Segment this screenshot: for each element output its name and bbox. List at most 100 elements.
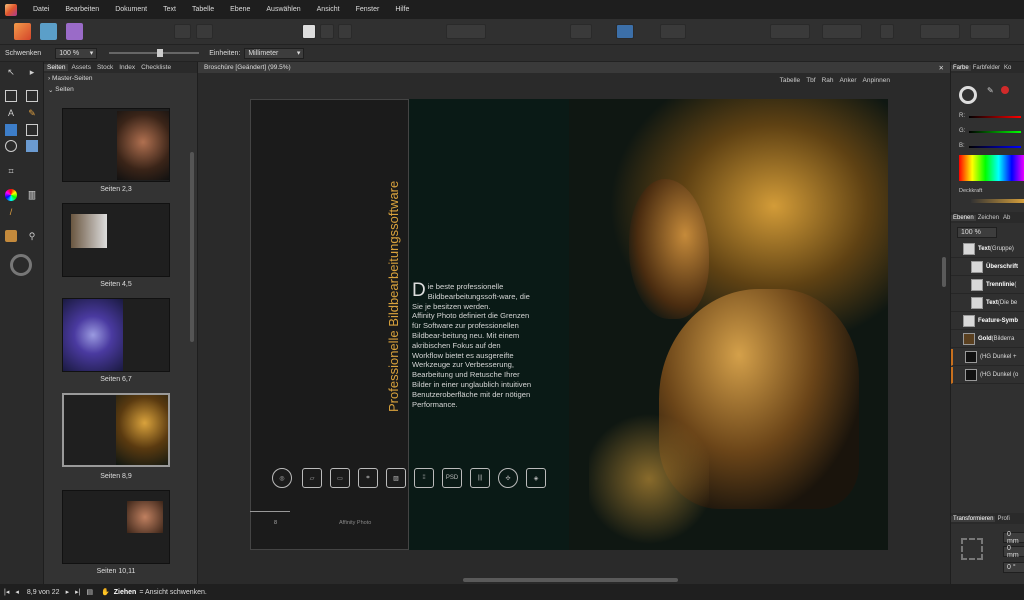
preview-icon[interactable] — [320, 24, 334, 39]
crop-tool-icon[interactable]: ⌗ — [5, 165, 17, 177]
last-page-icon[interactable]: ▸| — [75, 588, 80, 596]
page-layout-icon[interactable]: ▤ — [86, 588, 93, 596]
anchor-selector-icon[interactable] — [961, 538, 983, 560]
layer-row[interactable]: Feature-Symb — [951, 313, 1024, 330]
tab-ko[interactable]: Ko — [1002, 65, 1013, 71]
close-icon[interactable]: ✕ — [939, 64, 944, 72]
place-image-tool-icon[interactable] — [26, 140, 38, 152]
slider-handle[interactable] — [157, 49, 164, 57]
opacity-slider[interactable] — [971, 199, 1024, 203]
color-wheel-icon[interactable] — [10, 254, 32, 276]
publisher-persona-icon[interactable] — [14, 23, 31, 40]
tab-ab[interactable]: Ab — [1001, 215, 1012, 221]
arrange-icon[interactable] — [880, 24, 894, 39]
frame-icon[interactable] — [338, 24, 352, 39]
units-dropdown[interactable]: Millimeter ▾ — [244, 47, 305, 59]
node-tool-icon[interactable]: ▸ — [26, 66, 38, 78]
tab-anpinnen[interactable]: Anpinnen — [863, 77, 890, 84]
boolean-group[interactable] — [970, 24, 1010, 39]
zoom-slider[interactable] — [109, 49, 200, 57]
green-slider[interactable] — [969, 131, 1021, 133]
pen-tool-icon[interactable]: ✎ — [26, 107, 38, 119]
body-text[interactable]: D ie beste professionelle Bildbearbeitun… — [412, 281, 532, 409]
align-right-group[interactable] — [822, 24, 862, 39]
right-page[interactable] — [569, 99, 888, 550]
pages-scrollbar[interactable] — [190, 152, 194, 342]
artistic-text-tool-icon[interactable]: A — [5, 107, 17, 119]
prev-page-icon[interactable]: ◂ — [15, 588, 19, 596]
frame-text-tool-icon[interactable] — [5, 90, 17, 102]
red-slider[interactable] — [969, 116, 1021, 118]
ellipse-frame-tool-icon[interactable] — [5, 140, 17, 152]
insert-dropdown[interactable] — [446, 24, 486, 39]
tab-tbf[interactable]: Tbf — [806, 77, 815, 84]
vertical-title[interactable]: Professionelle Bildbearbeitungssoftware — [386, 181, 401, 412]
layer-row[interactable]: Text (Gruppe) — [951, 241, 1024, 258]
tab-zeichen[interactable]: Zeichen — [976, 215, 1001, 221]
color-picker-icon[interactable]: / — [5, 206, 17, 218]
shape-tool-icon[interactable] — [5, 124, 17, 136]
next-page-icon[interactable]: ▸ — [66, 588, 70, 596]
photo-persona-icon[interactable] — [66, 23, 83, 40]
transform-rotation-field[interactable]: 0 ° — [1003, 562, 1024, 573]
menu-tabelle[interactable]: Tabelle — [192, 6, 214, 13]
tab-anker[interactable]: Anker — [840, 77, 857, 84]
page-thumbnail[interactable] — [62, 108, 170, 182]
fill-tool-icon[interactable] — [5, 189, 17, 201]
page-thumbnail[interactable] — [62, 203, 170, 277]
tab-assets[interactable]: Assets — [68, 64, 94, 71]
zoom-field[interactable]: 100 % ▾ — [55, 47, 98, 59]
first-page-icon[interactable]: |◂ — [4, 588, 9, 596]
align-left-group[interactable] — [770, 24, 810, 39]
master-icon[interactable] — [196, 24, 213, 39]
tab-tabelle[interactable]: Tabelle — [780, 77, 801, 84]
layer-row[interactable]: Text (Die be — [951, 295, 1024, 312]
eye-icon[interactable] — [570, 24, 592, 39]
page-thumbnail[interactable] — [62, 490, 170, 564]
menu-ebene[interactable]: Ebene — [230, 6, 250, 13]
layer-row[interactable]: Trennlinie ( — [951, 277, 1024, 294]
menu-ansicht[interactable]: Ansicht — [317, 6, 340, 13]
text-wrap-icon[interactable] — [616, 24, 634, 39]
master-pages-row[interactable]: › Master-Seiten — [44, 73, 197, 84]
move-tool-icon[interactable]: ↖ — [5, 66, 17, 78]
tab-transformieren[interactable]: Transformieren — [951, 515, 996, 522]
tab-profi[interactable]: Profi — [995, 516, 1011, 522]
layer-row[interactable]: (HG Dunkel + — [951, 349, 1024, 366]
menu-hilfe[interactable]: Hilfe — [395, 6, 409, 13]
zoom-tool-icon[interactable]: ⚲ — [26, 230, 38, 242]
layer-row[interactable]: Überschrift — [951, 259, 1024, 276]
transform-group[interactable] — [920, 24, 960, 39]
menu-auswaehlen[interactable]: Auswählen — [266, 6, 300, 13]
layer-row[interactable]: (HG Dunkel (o — [951, 367, 1024, 384]
view-mode-icon[interactable] — [302, 24, 316, 39]
transform-x-field[interactable]: 0 mm — [1003, 531, 1024, 545]
page-thumbnail[interactable] — [62, 298, 170, 372]
menu-fenster[interactable]: Fenster — [356, 6, 380, 13]
tab-farbfelder[interactable]: Farbfelder — [971, 65, 1002, 71]
blue-slider[interactable] — [969, 146, 1021, 148]
menu-bearbeiten[interactable]: Bearbeiten — [65, 6, 99, 13]
tab-farbe[interactable]: Farbe — [951, 64, 971, 71]
menu-dokument[interactable]: Dokument — [115, 6, 147, 13]
pages-row[interactable]: ⌄ Seiten — [44, 84, 197, 95]
tab-seiten[interactable]: Seiten — [44, 64, 69, 71]
table-tool-icon[interactable] — [26, 90, 38, 102]
tab-stock[interactable]: Stock — [94, 64, 116, 71]
transform-y-field[interactable]: 0 mm — [1003, 545, 1024, 559]
preflight-icon[interactable] — [174, 24, 191, 39]
transparency-tool-icon[interactable]: 🀫 — [26, 189, 38, 201]
tab-index[interactable]: Index — [116, 64, 138, 71]
designer-persona-icon[interactable] — [40, 23, 57, 40]
document-tab[interactable]: Broschüre [Geändert] (99.5%) ✕ — [198, 62, 950, 73]
page-thumbnail-selected[interactable] — [62, 393, 170, 467]
layer-opacity-field[interactable]: 100 % — [957, 227, 997, 238]
picture-frame-tool-icon[interactable] — [26, 124, 38, 136]
horizontal-scrollbar[interactable] — [463, 578, 678, 582]
menu-datei[interactable]: Datei — [33, 6, 49, 13]
hand-tool-icon[interactable] — [5, 230, 17, 242]
vertical-scrollbar[interactable] — [942, 257, 946, 287]
layer-row[interactable]: Gold (Bilderra — [951, 331, 1024, 348]
fill-stroke-icon[interactable] — [959, 86, 977, 104]
snapping-icon[interactable] — [660, 24, 686, 39]
